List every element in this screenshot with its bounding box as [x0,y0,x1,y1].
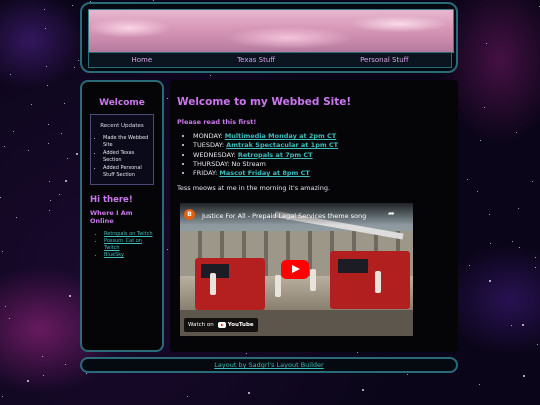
schedule-day: FRIDAY: [193,169,218,178]
youtube-embed[interactable]: B Justice For All - Prepaid Legal Servic… [180,203,413,336]
link-bluesky[interactable]: BlueSky [104,252,124,258]
update-item: Added Personal Stuff Section [103,165,149,179]
where-online-heading: Where I Am Online [90,209,133,225]
share-icon[interactable]: ➦ [388,209,395,218]
play-icon[interactable] [281,260,309,279]
channel-avatar[interactable]: B [184,209,195,220]
hi-there-heading: Hi there! [90,195,133,205]
header: Home Texas Stuff Personal Stuff [80,2,458,73]
schedule-day: MONDAY: [193,132,223,140]
schedule-item: THURSDAY: No Stream [193,160,451,169]
schedule-item: TUESDAY: Amtrak Spectacular at 1pm CT [193,141,451,150]
main-content: Welcome to my Webbed Site! Please read t… [170,80,458,352]
schedule-link[interactable]: Mascot Friday at 8pm CT [219,169,309,177]
schedule-day: TUESDAY: [193,141,225,150]
update-item: Made the Webbed Site [103,135,149,149]
schedule-item: MONDAY: Multimedia Monday at 2pm CT [193,132,451,141]
read-first-heading: Please read this first! [177,118,257,126]
sidebar: Welcome Recent Updates Made the Webbed S… [80,80,164,352]
schedule-item: WEDNESDAY: Retropals at 7pm CT [193,151,451,160]
recent-updates-box: Recent Updates Made the Webbed Site Adde… [90,114,154,185]
nav-personal-stuff[interactable]: Personal Stuff [360,56,408,64]
video-title[interactable]: Justice For All - Prepaid Legal Services… [202,212,366,220]
youtube-logo-icon: YouTube [217,322,254,328]
page-title: Welcome to my Webbed Site! [177,96,352,108]
schedule-day: THURSDAY: [193,159,230,168]
tess-text: Tess meows at me in the morning it's ama… [177,184,331,193]
nav-home[interactable]: Home [131,56,152,64]
link-retropals-twitch[interactable]: Retropals on Twitch [104,231,153,237]
schedule-link[interactable]: Retropals at 7pm CT [238,151,313,159]
watch-on-youtube-button[interactable]: Watch on YouTube [184,318,258,332]
schedule-link[interactable]: Amtrak Spectacular at 1pm CT [226,141,338,149]
schedule-item: FRIDAY: Mascot Friday at 8pm CT [193,169,451,178]
layout-credit-link[interactable]: Layout by Sadgrl's Layout Builder [214,361,323,369]
header-banner [88,9,454,53]
watch-on-label: Watch on [188,322,214,328]
nav-texas-stuff[interactable]: Texas Stuff [237,56,275,64]
recent-updates-title: Recent Updates [100,123,144,129]
sidebar-title: Welcome [99,98,145,108]
nav-bar: Home Texas Stuff Personal Stuff [88,52,452,68]
link-possum-cat-twitch[interactable]: Possum_Cat on Twitch [104,238,142,251]
schedule-day: WEDNESDAY: [193,150,236,159]
youtube-label: YouTube [227,322,254,328]
stream-schedule: MONDAY: Multimedia Monday at 2pm CT TUES… [177,132,451,178]
update-item: Added Texas Section [103,150,149,164]
schedule-text: No Stream [231,159,266,168]
footer: Layout by Sadgrl's Layout Builder [80,357,458,373]
schedule-link[interactable]: Multimedia Monday at 2pm CT [225,132,336,140]
